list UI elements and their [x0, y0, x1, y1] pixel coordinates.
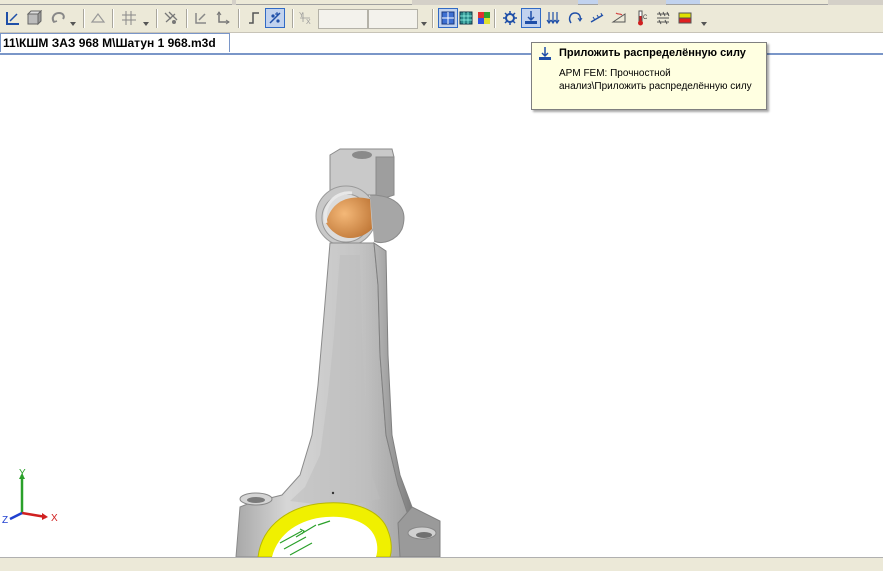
- mesh-settings-icon[interactable]: [438, 8, 458, 28]
- grid-icon[interactable]: [119, 8, 139, 28]
- chevron-down-icon[interactable]: [421, 21, 427, 27]
- material-icon[interactable]: [474, 8, 494, 28]
- gear-icon[interactable]: [500, 8, 520, 28]
- document-tab[interactable]: 11\КШМ ЗАЗ 968 М\Шатун 1 968.m3d: [0, 33, 230, 52]
- toolbar-separator: [156, 9, 158, 28]
- force-icon[interactable]: [543, 8, 563, 28]
- toolbar-separator: [494, 9, 496, 28]
- chevron-down-icon[interactable]: [143, 21, 149, 27]
- step-icon[interactable]: [244, 8, 264, 28]
- rotate-icon[interactable]: [48, 8, 68, 28]
- pressure-icon[interactable]: [587, 8, 607, 28]
- axis-icon[interactable]: [213, 8, 233, 28]
- status-bar: [0, 557, 883, 571]
- coordinate-icon: YX: [296, 8, 316, 28]
- snap-icon[interactable]: [161, 8, 181, 28]
- toolbar-separator: [432, 9, 434, 28]
- chevron-down-icon[interactable]: [70, 21, 76, 27]
- y-coordinate-field[interactable]: [368, 9, 418, 29]
- thermometer-icon[interactable]: C: [631, 8, 651, 28]
- temperature-icon[interactable]: [609, 8, 629, 28]
- constraint-icon[interactable]: [191, 8, 211, 28]
- toolbar-separator: [186, 9, 188, 28]
- heat-icon[interactable]: [653, 8, 673, 28]
- toolbar-separator: [112, 9, 114, 28]
- 3d-viewport[interactable]: Y X Z: [0, 55, 883, 557]
- view-icon[interactable]: [24, 8, 44, 28]
- x-coordinate-field[interactable]: [318, 9, 368, 29]
- fixing-icon[interactable]: [456, 8, 476, 28]
- chevron-down-icon[interactable]: [701, 21, 707, 27]
- distributed-force-icon: [539, 47, 551, 60]
- tooltip-title: Приложить распределённую силу: [559, 47, 746, 59]
- results-icon[interactable]: [675, 8, 695, 28]
- sketch-icon[interactable]: [3, 8, 23, 28]
- toolbar-separator: [292, 9, 294, 28]
- point-icon[interactable]: [265, 8, 285, 28]
- connecting-rod-model: [235, 148, 441, 557]
- toolbar-separator: [83, 9, 85, 28]
- z-axis-label: Z: [2, 515, 9, 526]
- torque-icon[interactable]: [565, 8, 585, 28]
- svg-text:C: C: [643, 15, 648, 21]
- main-toolbar: YX C: [0, 5, 883, 33]
- tooltip-description: APM FEM: Прочностной анализ\Приложить ра…: [559, 68, 752, 92]
- y-axis-label: Y: [19, 468, 26, 479]
- plane-icon[interactable]: [88, 8, 108, 28]
- distributed-force-icon[interactable]: [521, 8, 541, 28]
- toolbar-separator: [238, 9, 240, 28]
- x-axis-label: X: [51, 513, 58, 524]
- tooltip: Приложить распределённую силу APM FEM: П…: [531, 42, 767, 110]
- svg-text:X: X: [306, 19, 311, 26]
